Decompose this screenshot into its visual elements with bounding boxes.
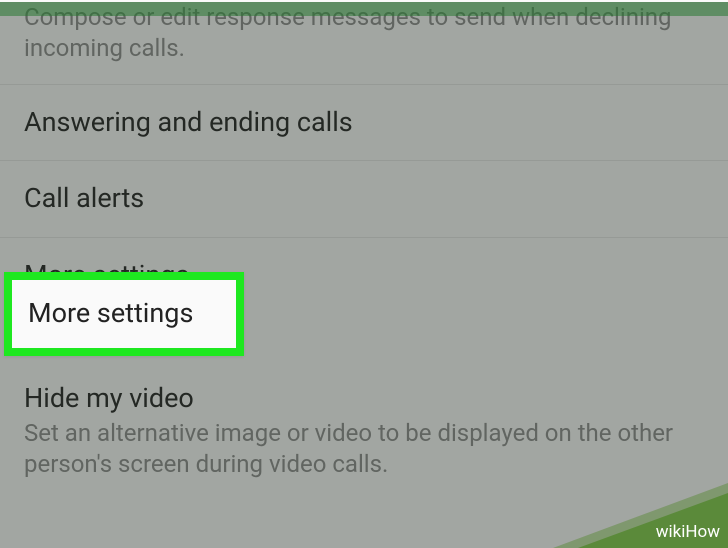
settings-list: Compose or edit response messages to sen… xyxy=(0,2,728,500)
list-item-quick-decline[interactable]: Compose or edit response messages to sen… xyxy=(0,2,728,85)
list-item-answering[interactable]: Answering and ending calls xyxy=(0,85,728,161)
item-title: Answering and ending calls xyxy=(24,105,704,140)
item-title: Call alerts xyxy=(24,181,704,216)
highlight-more-settings[interactable]: More settings xyxy=(4,272,244,356)
highlight-label: More settings xyxy=(28,296,193,331)
watermark: wikiHow xyxy=(656,522,720,542)
list-item-hide-video[interactable]: Hide my video Set an alternative image o… xyxy=(0,361,728,500)
item-description: Compose or edit response messages to sen… xyxy=(24,2,704,64)
list-item-call-alerts[interactable]: Call alerts xyxy=(0,161,728,237)
item-title: Hide my video xyxy=(24,381,704,416)
watermark-text: wikiHow xyxy=(656,522,720,542)
item-description: Set an alternative image or video to be … xyxy=(24,418,704,480)
